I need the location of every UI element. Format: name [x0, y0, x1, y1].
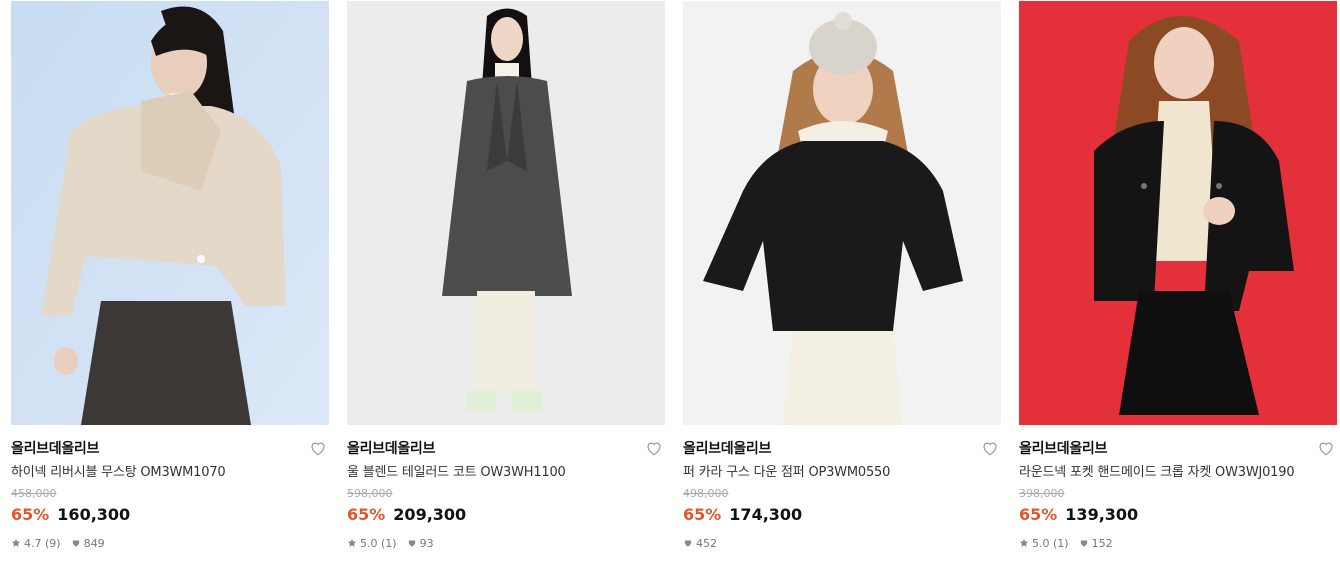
sale-price: 160,300 [57, 505, 131, 524]
original-price: 598,000 [347, 487, 393, 500]
product-name[interactable]: 라운드넥 포켓 핸드메이드 크롭 자켓 OW3WJ0190 [1019, 463, 1337, 483]
rating: 5.0 (1) [1019, 537, 1069, 550]
product-card[interactable]: 올리브데올리브 퍼 카라 구스 다운 점퍼 OP3WM0550 498,000 … [683, 1, 1001, 561]
heart-outline-icon[interactable] [1317, 439, 1335, 457]
product-meta: 452 [683, 535, 1001, 551]
product-image[interactable] [347, 1, 665, 425]
original-price: 458,000 [11, 487, 57, 500]
price-row: 65% 174,300 [683, 505, 1001, 527]
product-meta: 4.7 (9) 849 [11, 535, 329, 551]
product-name[interactable]: 하이넥 리버시블 무스탕 OM3WM1070 [11, 463, 329, 483]
product-grid: 올리브데올리브 하이넥 리버시블 무스탕 OM3WM1070 458,000 6… [11, 1, 1337, 561]
likes: 93 [407, 537, 434, 550]
rating: 5.0 (1) [347, 537, 397, 550]
heart-outline-icon[interactable] [309, 439, 327, 457]
heart-filled-icon [1079, 538, 1089, 548]
brand-name[interactable]: 올리브데올리브 [347, 439, 665, 459]
heart-filled-icon [71, 538, 81, 548]
heart-outline-icon[interactable] [981, 439, 999, 457]
star-icon [11, 538, 21, 548]
original-price: 498,000 [683, 487, 729, 500]
sale-price: 174,300 [729, 505, 803, 524]
product-meta: 5.0 (1) 93 [347, 535, 665, 551]
price-row: 65% 139,300 [1019, 505, 1337, 527]
sale-price: 139,300 [1065, 505, 1139, 524]
likes: 452 [683, 537, 717, 550]
product-card[interactable]: 올리브데올리브 하이넥 리버시블 무스탕 OM3WM1070 458,000 6… [11, 1, 329, 561]
price-row: 65% 209,300 [347, 505, 665, 527]
product-name[interactable]: 퍼 카라 구스 다운 점퍼 OP3WM0550 [683, 463, 1001, 483]
brand-name[interactable]: 올리브데올리브 [683, 439, 1001, 459]
discount-rate: 65% [683, 505, 722, 524]
sale-price: 209,300 [393, 505, 467, 524]
brand-name[interactable]: 올리브데올리브 [1019, 439, 1337, 459]
heart-outline-icon[interactable] [645, 439, 663, 457]
product-name[interactable]: 울 블렌드 테일러드 코트 OW3WH1100 [347, 463, 665, 483]
product-image[interactable] [683, 1, 1001, 425]
discount-rate: 65% [1019, 505, 1058, 524]
heart-filled-icon [407, 538, 417, 548]
discount-rate: 65% [11, 505, 50, 524]
heart-filled-icon [683, 538, 693, 548]
product-meta: 5.0 (1) 152 [1019, 535, 1337, 551]
product-image[interactable] [11, 1, 329, 425]
star-icon [347, 538, 357, 548]
price-row: 65% 160,300 [11, 505, 329, 527]
product-card[interactable]: 올리브데올리브 라운드넥 포켓 핸드메이드 크롭 자켓 OW3WJ0190 39… [1019, 1, 1337, 561]
product-card[interactable]: 올리브데올리브 울 블렌드 테일러드 코트 OW3WH1100 598,000 … [347, 1, 665, 561]
star-icon [1019, 538, 1029, 548]
original-price: 398,000 [1019, 487, 1065, 500]
brand-name[interactable]: 올리브데올리브 [11, 439, 329, 459]
rating: 4.7 (9) [11, 537, 61, 550]
likes: 849 [71, 537, 105, 550]
likes: 152 [1079, 537, 1113, 550]
product-image[interactable] [1019, 1, 1337, 425]
discount-rate: 65% [347, 505, 386, 524]
